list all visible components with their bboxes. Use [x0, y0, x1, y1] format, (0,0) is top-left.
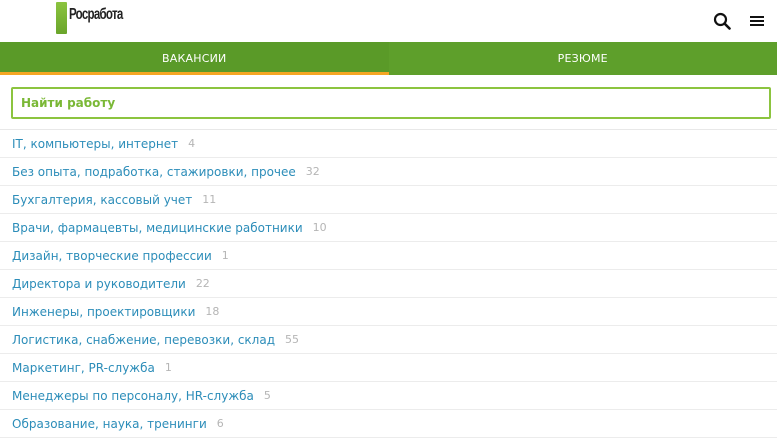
category-label[interactable]: Дизайн, творческие профессии: [12, 249, 212, 263]
logo-text: Росработа: [69, 6, 123, 24]
category-row[interactable]: Образование, наука, тренинги 6: [0, 410, 777, 438]
tab-vacancies[interactable]: ВАКАНСИИ: [0, 42, 389, 75]
search-button[interactable]: [709, 8, 735, 34]
logo-mark: [56, 2, 67, 34]
category-label[interactable]: IT, компьютеры, интернет: [12, 137, 178, 151]
category-count: 4: [188, 137, 195, 150]
category-label[interactable]: Образование, наука, тренинги: [12, 417, 207, 431]
category-count: 22: [196, 277, 210, 290]
search-icon: [713, 12, 731, 30]
category-label[interactable]: Врачи, фармацевты, медицинские работники: [12, 221, 303, 235]
category-label[interactable]: Менеджеры по персоналу, HR-служба: [12, 389, 254, 403]
category-label[interactable]: Директора и руководители: [12, 277, 186, 291]
category-list: IT, компьютеры, интернет 4 Без опыта, подр…: [0, 130, 777, 438]
category-row[interactable]: IT, компьютеры, интернет 4: [0, 130, 777, 158]
site-logo[interactable]: Росработа: [56, 2, 143, 36]
category-count: 1: [165, 361, 172, 374]
job-search-box: [11, 87, 771, 119]
category-row[interactable]: Логистика, снабжение, перевозки, склад 55: [0, 326, 777, 354]
category-row[interactable]: Инженеры, проектировщики 18: [0, 298, 777, 326]
category-row[interactable]: Врачи, фармацевты, медицинские работники…: [0, 214, 777, 242]
category-count: 6: [217, 417, 224, 430]
menu-icon: [750, 15, 764, 27]
category-count: 1: [222, 249, 229, 262]
category-row[interactable]: Без опыта, подработка, стажировки, проче…: [0, 158, 777, 186]
category-count: 10: [313, 221, 327, 234]
tab-resumes[interactable]: РЕЗЮМЕ: [389, 42, 777, 75]
category-row[interactable]: Дизайн, творческие профессии 1: [0, 242, 777, 270]
category-count: 11: [202, 193, 216, 206]
category-label[interactable]: Маркетинг, PR-служба: [12, 361, 155, 375]
category-label[interactable]: Инженеры, проектировщики: [12, 305, 195, 319]
category-label[interactable]: Без опыта, подработка, стажировки, проче…: [12, 165, 296, 179]
category-label[interactable]: Бухгалтерия, кассовый учет: [12, 193, 192, 207]
job-search-input[interactable]: [19, 95, 769, 111]
section-tabs: ВАКАНСИИ РЕЗЮМЕ: [0, 42, 777, 75]
top-bar: Росработа: [0, 0, 777, 42]
category-count: 55: [285, 333, 299, 346]
menu-button[interactable]: [744, 8, 770, 34]
category-row[interactable]: Бухгалтерия, кассовый учет 11: [0, 186, 777, 214]
category-count: 32: [306, 165, 320, 178]
category-count: 5: [264, 389, 271, 402]
category-count: 18: [205, 305, 219, 318]
category-row[interactable]: Маркетинг, PR-служба 1: [0, 354, 777, 382]
category-row[interactable]: Директора и руководители 22: [0, 270, 777, 298]
category-label[interactable]: Логистика, снабжение, перевозки, склад: [12, 333, 275, 347]
category-row[interactable]: Менеджеры по персоналу, HR-служба 5: [0, 382, 777, 410]
